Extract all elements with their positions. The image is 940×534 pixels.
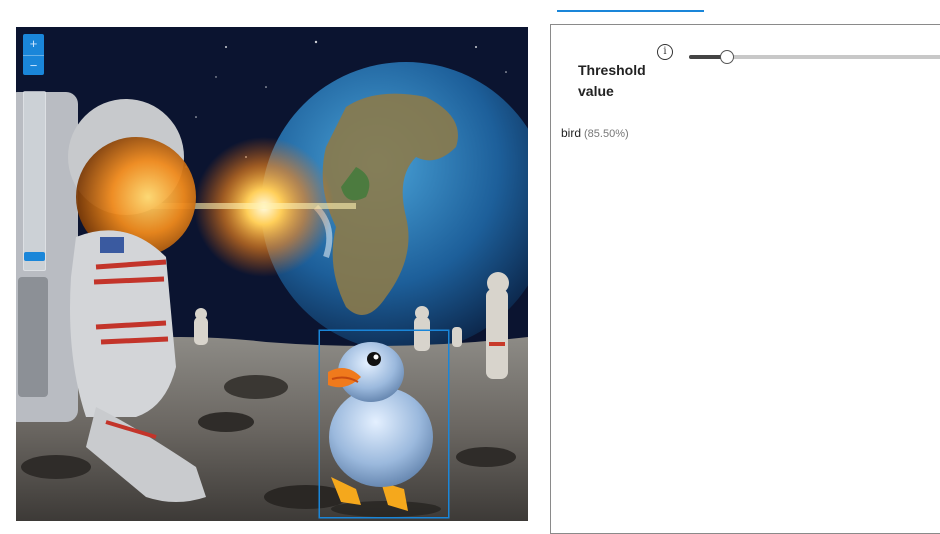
detection-bounding-box (319, 330, 449, 518)
moon-scene-image (16, 27, 528, 521)
detection-result-item: bird (85.50%) (561, 126, 629, 140)
zoom-slider-thumb[interactable] (24, 252, 45, 261)
zoom-in-button[interactable]: + (23, 34, 44, 54)
threshold-slider[interactable] (689, 47, 940, 67)
zoom-slider-track[interactable] (23, 91, 46, 271)
zoom-controls: + − (23, 34, 44, 75)
zoom-out-button[interactable]: − (23, 55, 44, 76)
detection-label: bird (561, 126, 582, 140)
image-viewer[interactable]: + − (16, 27, 528, 521)
threshold-slider-knob[interactable] (720, 50, 734, 64)
results-panel: Threshold value i bird (85.50%) (550, 24, 940, 534)
detection-confidence: (85.50%) (584, 128, 629, 140)
threshold-label: Threshold value (578, 62, 646, 99)
info-icon[interactable]: i (657, 44, 673, 60)
active-tab-indicator[interactable] (557, 10, 704, 12)
